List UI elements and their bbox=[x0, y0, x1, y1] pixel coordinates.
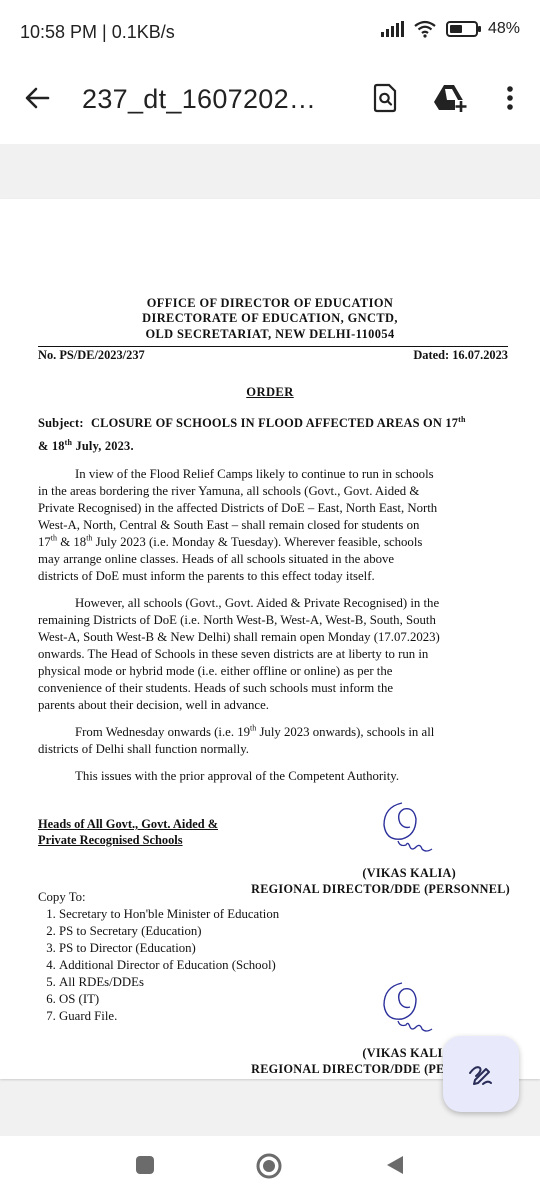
add-to-drive-icon[interactable] bbox=[432, 80, 468, 116]
order-date: Dated: 16.07.2023 bbox=[413, 348, 508, 362]
system-nav-bar bbox=[0, 1136, 540, 1200]
app-bar: 237_dt_1607202… bbox=[0, 62, 540, 144]
para3-text: July 2023 onwards), schools in all bbox=[256, 725, 435, 739]
copy-to-item: All RDEs/DDEs bbox=[59, 974, 279, 991]
para1-line: Private Recognised) in the affected Dist… bbox=[38, 501, 438, 515]
header-rule bbox=[38, 346, 508, 347]
subject-text-2: & 18 bbox=[38, 439, 65, 454]
reference-row: No. PS/DE/2023/237 Dated: 16.07.2023 bbox=[38, 348, 508, 363]
status-icons: 48% bbox=[380, 20, 520, 38]
para2-line: West-A, South West-B & New Delhi) shall … bbox=[38, 630, 440, 644]
header-line-1: OFFICE OF DIRECTOR OF EDUCATION bbox=[146, 296, 394, 310]
copy-to-label: Copy To: bbox=[38, 890, 86, 904]
addressee: Heads of All Govt., Govt. Aided & Privat… bbox=[38, 816, 218, 848]
status-bar: 10:58 PM | 0.1KB/s 48% bbox=[0, 0, 540, 62]
battery-icon bbox=[445, 21, 481, 37]
para2-line: physical mode or hybrid mode (i.e. eithe… bbox=[38, 664, 393, 678]
copy-to-item: Additional Director of Education (School… bbox=[59, 957, 279, 974]
addressee-line: Heads of All Govt., Govt. Aided & bbox=[38, 817, 219, 831]
signatory-block: (VIKAS KALIA) REGIONAL DIRECTOR/DDE (PER… bbox=[251, 865, 510, 897]
copy-to-item: OS (IT) bbox=[59, 991, 279, 1008]
copy-to-item: Secretary to Hon'ble Minister of Educati… bbox=[59, 906, 279, 923]
wifi-icon bbox=[414, 20, 436, 38]
para1-line: may arrange online classes. Heads of all… bbox=[38, 552, 395, 566]
subject-label: Subject: bbox=[38, 416, 84, 431]
para2-line: remaining Districts of DoE (i.e. North W… bbox=[38, 613, 436, 627]
header-line-2: DIRECTORATE OF EDUCATION, GNCTD, bbox=[142, 311, 398, 325]
signatory-name: (VIKAS KALIA) bbox=[362, 1046, 456, 1060]
copy-to-item: Guard File. bbox=[59, 1008, 279, 1025]
para3-text: From Wednesday onwards (i.e. 19 bbox=[75, 725, 251, 739]
para2-line: convenience of their students. Heads of … bbox=[38, 681, 394, 695]
para3-line: districts of Delhi shall function normal… bbox=[38, 742, 249, 756]
para1-text: July 2023 (i.e. Monday & Tuesday). Where… bbox=[92, 535, 423, 549]
home-circle-icon[interactable] bbox=[255, 1152, 283, 1185]
subject: Subject: CLOSURE OF SCHOOLS IN FLOOD AFF… bbox=[38, 410, 510, 456]
signature-image-2 bbox=[383, 982, 433, 1032]
document-title: 237_dt_1607202… bbox=[82, 84, 317, 114]
more-vert-icon[interactable] bbox=[492, 80, 528, 116]
edit-annotate-icon bbox=[469, 1066, 492, 1085]
pdf-page: OFFICE OF DIRECTOR OF EDUCATION DIRECTOR… bbox=[0, 199, 540, 1079]
annotate-fab-button[interactable] bbox=[443, 1036, 519, 1112]
reference-number: No. PS/DE/2023/237 bbox=[38, 348, 145, 362]
back-arrow-icon[interactable] bbox=[20, 80, 56, 116]
subject-text: CLOSURE OF SCHOOLS IN FLOOD AFFECTED ARE… bbox=[90, 416, 459, 431]
para2-line: parents about their decision, well in ad… bbox=[38, 698, 269, 712]
find-in-page-icon[interactable] bbox=[368, 80, 404, 116]
superscript: th bbox=[64, 438, 73, 448]
paragraph-3: From Wednesday onwards (i.e. 19th July 2… bbox=[38, 724, 510, 758]
para1-line: West-A, North, Central & South East – sh… bbox=[38, 518, 420, 532]
subject-text-3: July, 2023. bbox=[72, 439, 134, 454]
copy-to-item: PS to Secretary (Education) bbox=[59, 923, 279, 940]
para1-text: 17 bbox=[38, 535, 51, 549]
para1-text: & 18 bbox=[57, 535, 87, 549]
superscript: th bbox=[458, 415, 466, 424]
para1-line: In view of the Flood Relief Camps likely… bbox=[75, 467, 434, 481]
back-triangle-icon[interactable] bbox=[384, 1154, 406, 1181]
header-line-3: OLD SECRETARIAT, NEW DELHI-110054 bbox=[145, 327, 395, 341]
para2-line: However, all schools (Govt., Govt. Aided… bbox=[75, 596, 440, 610]
paragraph-1: In view of the Flood Relief Camps likely… bbox=[38, 466, 510, 585]
para3-line: From Wednesday onwards (i.e. 19th July 2… bbox=[38, 724, 510, 741]
paragraph-4: This issues with the prior approval of t… bbox=[75, 769, 400, 783]
signatory-title: REGIONAL DIRECTOR/DDE (PERSONNEL) bbox=[251, 882, 510, 896]
order-title: ORDER bbox=[246, 385, 294, 399]
pdf-viewer[interactable]: OFFICE OF DIRECTOR OF EDUCATION DIRECTOR… bbox=[0, 144, 540, 1136]
copy-to-list: Copy To: Secretary to Hon'ble Minister o… bbox=[38, 889, 279, 1025]
para2-line: onwards. The Head of Schools in these se… bbox=[38, 647, 429, 661]
recents-square-icon[interactable] bbox=[134, 1154, 156, 1181]
signatory-name: (VIKAS KALIA) bbox=[362, 866, 456, 880]
battery-percent: 48% bbox=[487, 20, 520, 37]
status-time: 10:58 PM | 0.1KB/s bbox=[20, 22, 175, 42]
para1-line: in the areas bordering the river Yamuna,… bbox=[38, 484, 420, 498]
paragraph-2: However, all schools (Govt., Govt. Aided… bbox=[38, 595, 510, 714]
para1-line: districts of DoE must inform the parents… bbox=[38, 569, 375, 583]
para1-line: 17th & 18th July 2023 (i.e. Monday & Tue… bbox=[38, 534, 510, 551]
signal-icon bbox=[380, 21, 404, 37]
addressee-line: Private Recognised Schools bbox=[38, 833, 183, 847]
signature-image bbox=[383, 802, 433, 852]
copy-to-item: PS to Director (Education) bbox=[59, 940, 279, 957]
